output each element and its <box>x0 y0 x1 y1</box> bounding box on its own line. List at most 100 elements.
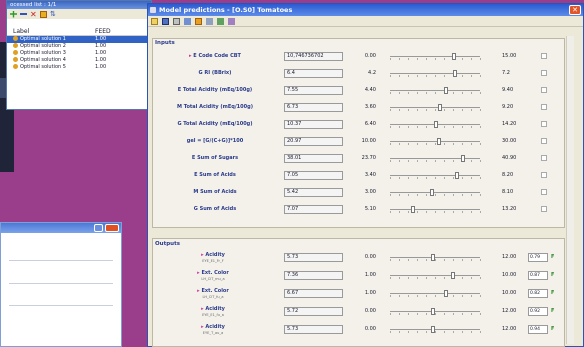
lock-checkbox[interactable] <box>541 70 547 76</box>
slider-tick <box>390 109 391 111</box>
delete-icon[interactable]: ✕ <box>30 10 37 18</box>
slider-thumb[interactable] <box>444 87 448 94</box>
input-value-field[interactable]: 5.42 <box>284 188 343 197</box>
slider-thumb[interactable] <box>431 254 435 261</box>
input-value-field[interactable]: 6.73 <box>284 103 343 112</box>
lock-checkbox[interactable] <box>541 155 547 161</box>
value-slider[interactable] <box>390 307 481 316</box>
max-value: 10.00 <box>502 272 517 278</box>
slider-thumb[interactable] <box>411 206 415 213</box>
input-label: M Sum of Acids <box>160 189 270 195</box>
lock-checkbox[interactable] <box>541 172 547 178</box>
maximize-button[interactable] <box>94 224 103 232</box>
close-button[interactable]: ✕ <box>569 5 581 15</box>
settings-icon[interactable] <box>228 17 235 25</box>
remove-icon[interactable] <box>20 13 27 15</box>
slider-tick <box>453 295 454 297</box>
output-value-field[interactable]: 6.67 <box>284 289 343 298</box>
max-value: 9.20 <box>502 104 514 110</box>
input-value-field[interactable]: 38.01 <box>284 154 343 163</box>
output-value-field[interactable]: 5.73 <box>284 325 343 334</box>
slider-tick <box>408 194 409 196</box>
print-icon[interactable] <box>173 17 180 25</box>
input-value-field[interactable]: 20.97 <box>284 137 343 146</box>
value-slider[interactable] <box>390 205 481 214</box>
grid-icon[interactable] <box>195 17 202 25</box>
input-value-field[interactable]: 7.55 <box>284 86 343 95</box>
output-value-field[interactable]: 7.36 <box>284 271 343 280</box>
slider-track <box>390 158 480 159</box>
input-value-field[interactable]: 7.05 <box>284 171 343 180</box>
header-feed[interactable]: FEED <box>95 27 135 35</box>
value-slider[interactable] <box>390 289 481 298</box>
lock-checkbox[interactable] <box>541 121 547 127</box>
lock-checkbox[interactable] <box>541 189 547 195</box>
slider-thumb[interactable] <box>430 189 434 196</box>
value-slider[interactable] <box>390 171 481 180</box>
value-slider[interactable] <box>390 271 481 280</box>
list-item[interactable]: Optimal solution 1 1.00 <box>7 36 151 43</box>
value-slider[interactable] <box>390 52 481 61</box>
lock-checkbox[interactable] <box>541 104 547 110</box>
sort-icon[interactable]: ⇅ <box>50 10 57 18</box>
table-icon[interactable] <box>206 17 213 25</box>
list-item[interactable]: Optimal solution 3 1.00 <box>7 50 151 57</box>
header-label[interactable]: Label <box>7 27 95 35</box>
value-slider[interactable] <box>390 69 481 78</box>
output-value-field[interactable]: 5.73 <box>284 253 343 262</box>
solution-icon <box>13 50 18 55</box>
value-slider[interactable] <box>390 154 481 163</box>
main-toolbar <box>148 16 583 27</box>
min-value: 23.70 <box>361 155 376 161</box>
slider-thumb[interactable] <box>431 326 435 333</box>
lock-checkbox[interactable] <box>541 87 547 93</box>
slider-tick <box>435 58 436 60</box>
add-icon[interactable] <box>10 10 17 18</box>
value-slider[interactable] <box>390 103 481 112</box>
slider-thumb[interactable] <box>431 308 435 315</box>
value-slider[interactable] <box>390 253 481 262</box>
value-slider[interactable] <box>390 188 481 197</box>
list-item[interactable]: Optimal solution 4 1.00 <box>7 57 151 64</box>
close-button[interactable] <box>105 224 119 232</box>
grid-icon[interactable] <box>40 10 47 18</box>
value-slider[interactable] <box>390 325 481 334</box>
slider-thumb[interactable] <box>461 155 465 162</box>
slider-thumb[interactable] <box>444 290 448 297</box>
input-value-field[interactable]: 6.4 <box>284 69 343 78</box>
background-window-titlebar[interactable] <box>1 223 121 233</box>
slider-thumb[interactable] <box>453 70 457 77</box>
value-slider[interactable] <box>390 120 481 129</box>
slider-thumb[interactable] <box>452 53 456 60</box>
vertical-scrollbar[interactable] <box>566 36 574 344</box>
expand-arrow-icon[interactable]: ▸ <box>189 53 192 59</box>
slider-thumb[interactable] <box>455 172 459 179</box>
slider-tick <box>480 92 481 94</box>
value-slider[interactable] <box>390 137 481 146</box>
slider-thumb[interactable] <box>451 272 455 279</box>
view-icon[interactable] <box>184 17 191 25</box>
list-item[interactable]: Optimal solution 5 1.00 <box>7 64 151 71</box>
slider-tick <box>453 126 454 128</box>
background-window[interactable] <box>0 222 122 347</box>
value-slider[interactable] <box>390 86 481 95</box>
slider-tick <box>399 194 400 196</box>
slider-thumb[interactable] <box>437 138 441 145</box>
app-icon <box>150 7 156 13</box>
solution-icon <box>13 57 18 62</box>
slider-thumb[interactable] <box>434 121 438 128</box>
output-value-field[interactable]: 5.72 <box>284 307 343 316</box>
window-titlebar[interactable]: Model predictions - [O.S0] Tomatoes ✕ <box>148 4 583 16</box>
list-item[interactable]: Optimal solution 2 1.00 <box>7 43 151 50</box>
save-icon[interactable] <box>162 17 169 25</box>
input-value-field[interactable]: 10,746736702 <box>284 52 343 61</box>
open-icon[interactable] <box>151 17 158 25</box>
slider-thumb[interactable] <box>438 104 442 111</box>
slider-tick <box>399 75 400 77</box>
input-value-field[interactable]: 7.07 <box>284 205 343 214</box>
input-value-field[interactable]: 10.37 <box>284 120 343 129</box>
lock-checkbox[interactable] <box>541 138 547 144</box>
lock-checkbox[interactable] <box>541 206 547 212</box>
lock-checkbox[interactable] <box>541 53 547 59</box>
chart-icon[interactable] <box>217 17 224 25</box>
